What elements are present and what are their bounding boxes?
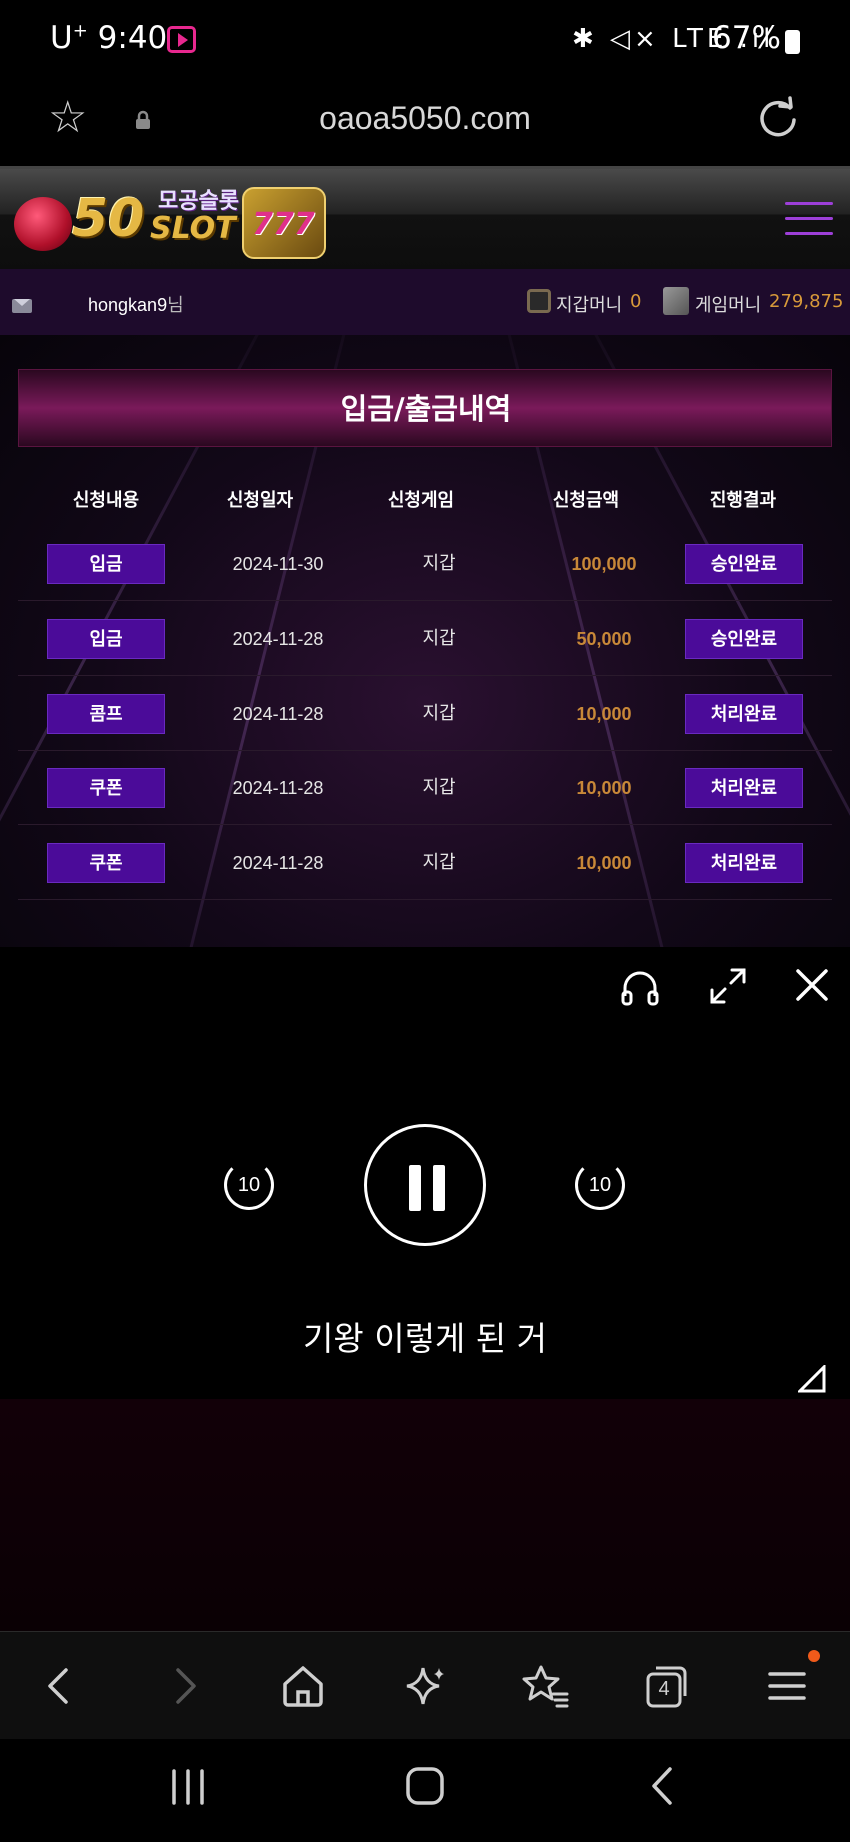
username-suffix: 님: [167, 295, 184, 315]
row-game: 지갑: [422, 852, 456, 873]
close-icon[interactable]: [793, 966, 831, 1004]
forward-10-icon[interactable]: 10: [575, 1160, 625, 1210]
status-bar: U+ 9:40 ✱ ◁× LTE .ıl 67%: [0, 0, 850, 82]
row-amount: 100,000: [571, 554, 637, 574]
back-nav-icon[interactable]: [642, 1763, 686, 1809]
table-row: 입금 2024-11-28 지갑 50,000 승인완료: [18, 602, 832, 676]
row-game: 지갑: [422, 628, 456, 649]
notification-dot: [808, 1650, 820, 1662]
row-amount: 10,000: [576, 704, 632, 724]
table-row: 쿠폰 2024-11-28 지갑 10,000 처리완료: [18, 826, 832, 900]
result-badge: 처리완료: [685, 768, 803, 808]
result-badge: 처리완료: [685, 843, 803, 883]
pause-button[interactable]: [364, 1124, 486, 1246]
page-background: [0, 1399, 850, 1631]
reload-icon[interactable]: [756, 96, 800, 140]
logo-slot-text: SLOT: [150, 211, 236, 246]
back-icon[interactable]: [30, 1656, 90, 1716]
forward-icon[interactable]: [154, 1656, 214, 1716]
home-nav-icon[interactable]: [402, 1763, 448, 1809]
resize-handle-icon[interactable]: [798, 1365, 826, 1393]
column-header-game: 신청게임: [387, 490, 455, 511]
column-header-type: 신청내용: [72, 490, 140, 511]
site-logo[interactable]: 50 모공슬롯 SLOT 777: [10, 171, 330, 267]
type-badge: 입금: [47, 544, 165, 584]
row-amount: 10,000: [576, 853, 632, 873]
recent-apps-icon[interactable]: [166, 1765, 210, 1809]
row-game: 지갑: [422, 777, 456, 798]
rewind-label: 10: [237, 1174, 261, 1196]
row-game: 지갑: [422, 703, 456, 724]
menu-icon: [768, 1672, 806, 1700]
type-badge: 쿠폰: [47, 843, 165, 883]
sparkle-icon[interactable]: [395, 1656, 455, 1716]
row-amount: 50,000: [576, 629, 632, 649]
site-header: 50 모공슬롯 SLOT 777: [0, 169, 850, 269]
slot-machine-icon: 777: [242, 187, 326, 259]
tv-app-icon: [167, 26, 196, 53]
home-icon[interactable]: [273, 1656, 333, 1716]
row-date: 2024-11-30: [232, 554, 324, 574]
logo-number: 50: [72, 189, 145, 249]
battery-icon: [785, 30, 800, 54]
game-money-label: 게임머니: [695, 295, 762, 316]
url-text[interactable]: oaoa5050.com: [0, 100, 850, 137]
video-caption: 기왕 이렇게 된 거: [303, 1319, 547, 1358]
cherry-icon: [14, 197, 72, 251]
type-badge: 입금: [47, 619, 165, 659]
hamburger-menu-icon[interactable]: [785, 202, 833, 236]
row-date: 2024-11-28: [232, 629, 324, 649]
system-nav-bar: [0, 1739, 850, 1842]
column-header-amount: 신청금액: [552, 490, 620, 511]
row-amount: 10,000: [576, 778, 632, 798]
mail-icon[interactable]: [12, 299, 32, 313]
clock: 9:40: [97, 20, 168, 56]
column-header-result: 진행결과: [709, 490, 777, 511]
row-game: 지갑: [422, 553, 456, 574]
logo-777-text: 777: [252, 207, 315, 242]
expand-icon[interactable]: [708, 966, 748, 1006]
result-badge: 승인완료: [685, 544, 803, 584]
user-bar: hongkan9님 지갑머니 0 게임머니 279,875: [0, 269, 850, 335]
forward-label: 10: [588, 1174, 612, 1196]
status-carrier-time: U+ 9:40: [50, 20, 167, 56]
safe-icon: [527, 289, 551, 313]
type-badge: 쿠폰: [47, 768, 165, 808]
headphones-icon[interactable]: [619, 966, 661, 1008]
game-money-value: 279,875: [769, 291, 844, 312]
carrier-label: U: [50, 20, 73, 56]
result-badge: 처리완료: [685, 694, 803, 734]
page-title: 입금/출금내역: [340, 392, 512, 426]
rewind-10-icon[interactable]: 10: [224, 1160, 274, 1210]
menu-button[interactable]: [758, 1650, 820, 1716]
row-date: 2024-11-28: [232, 778, 324, 798]
username-text: hongkan9: [88, 295, 168, 315]
browser-toolbar: 4: [0, 1631, 850, 1739]
wallet-money-label: 지갑머니: [556, 295, 623, 316]
type-badge: 콤프: [47, 694, 165, 734]
tabs-button[interactable]: 4: [636, 1656, 696, 1716]
table-row: 쿠폰 2024-11-28 지갑 10,000 처리완료: [18, 751, 832, 825]
floating-video-player[interactable]: 10 10 기왕 이렇게 된 거: [0, 947, 850, 1399]
result-badge: 승인완료: [685, 619, 803, 659]
bookmarks-icon[interactable]: [515, 1656, 575, 1716]
table-row: 콤프 2024-11-28 지갑 10,000 처리완료: [18, 677, 832, 751]
row-date: 2024-11-28: [232, 853, 324, 873]
column-header-date: 신청일자: [226, 490, 294, 511]
wallet-money-value: 0: [630, 291, 642, 312]
treasure-box-icon: [663, 287, 689, 315]
battery-percent: 67%: [712, 20, 781, 56]
browser-address-bar: ☆ oaoa5050.com: [0, 82, 850, 166]
row-date: 2024-11-28: [232, 704, 324, 724]
carrier-plus: +: [72, 20, 88, 42]
history-section: 입금/출금내역 신청내용 신청일자 신청게임 신청금액 진행결과 입금 2024…: [0, 335, 850, 947]
page-title-banner: 입금/출금내역: [18, 369, 832, 447]
username: hongkan9님: [88, 291, 184, 317]
tabs-count: 4: [658, 1678, 670, 1700]
table-row: 입금 2024-11-30 지갑 100,000 승인완료: [18, 527, 832, 601]
